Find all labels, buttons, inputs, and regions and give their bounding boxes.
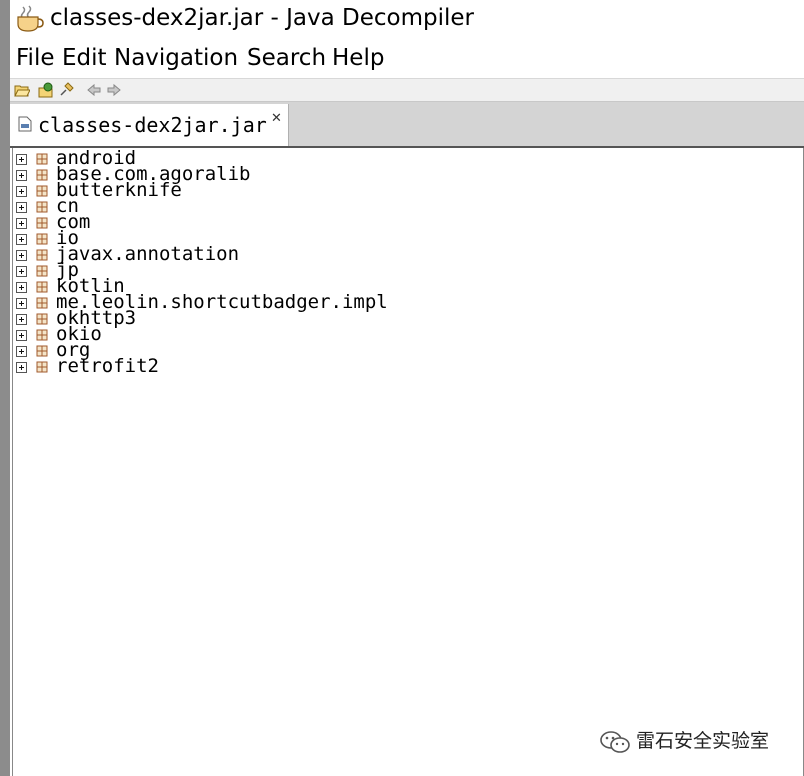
- tree-node-label: retrofit2: [56, 355, 159, 377]
- expand-plus-icon[interactable]: [16, 298, 27, 309]
- tab-classes-dex2jar[interactable]: classes-dex2jar.jar ✕: [10, 104, 289, 146]
- package-icon: [36, 281, 48, 293]
- package-icon: [36, 217, 48, 229]
- expand-plus-icon[interactable]: [16, 186, 27, 197]
- package-icon: [36, 297, 48, 309]
- watermark-text: 雷石安全实验室: [636, 730, 770, 752]
- package-icon: [36, 185, 48, 197]
- package-icon: [36, 265, 48, 277]
- menu-search[interactable]: Search: [247, 42, 326, 74]
- pin-icon[interactable]: [58, 82, 74, 98]
- expand-plus-icon[interactable]: [16, 346, 27, 357]
- title-bar: classes-dex2jar.jar - Java Decompiler: [10, 0, 804, 38]
- expand-plus-icon[interactable]: [16, 282, 27, 293]
- jar-file-icon: [18, 116, 32, 132]
- coffee-cup-icon: [17, 5, 44, 32]
- package-icon: [36, 201, 48, 213]
- menu-help[interactable]: Help: [332, 42, 384, 74]
- expand-plus-icon[interactable]: [16, 314, 27, 325]
- close-icon[interactable]: ✕: [271, 112, 282, 126]
- package-icon: [36, 345, 48, 357]
- package-icon: [36, 233, 48, 245]
- window-left-edge: [0, 0, 10, 776]
- package-icon: [36, 249, 48, 261]
- menu-file[interactable]: File: [16, 42, 55, 74]
- expand-plus-icon[interactable]: [16, 154, 27, 165]
- package-icon: [36, 329, 48, 341]
- forward-arrow-icon[interactable]: [106, 82, 122, 98]
- back-arrow-icon[interactable]: [86, 82, 102, 98]
- package-tree: android base.com.agoralib butterknife cn com…: [12, 147, 804, 776]
- expand-plus-icon[interactable]: [16, 234, 27, 245]
- expand-plus-icon[interactable]: [16, 250, 27, 261]
- open-type-icon[interactable]: [38, 82, 54, 98]
- expand-plus-icon[interactable]: [16, 266, 27, 277]
- package-icon: [36, 361, 48, 373]
- expand-plus-icon[interactable]: [16, 202, 27, 213]
- toolbar: [10, 78, 804, 102]
- menu-bar: File Edit Navigation Search Help: [10, 40, 804, 76]
- wechat-icon: [600, 731, 630, 753]
- expand-plus-icon[interactable]: [16, 170, 27, 181]
- menu-edit[interactable]: Edit: [62, 42, 107, 74]
- menu-navigation[interactable]: Navigation: [114, 42, 238, 74]
- expand-plus-icon[interactable]: [16, 330, 27, 341]
- expand-plus-icon[interactable]: [16, 218, 27, 229]
- package-icon: [36, 169, 48, 181]
- open-file-icon[interactable]: [14, 82, 30, 98]
- tree-node-label: javax.annotation: [56, 243, 240, 265]
- window-title: classes-dex2jar.jar - Java Decompiler: [50, 5, 474, 31]
- tab-label: classes-dex2jar.jar: [38, 113, 267, 137]
- expand-plus-icon[interactable]: [16, 362, 27, 373]
- package-icon: [36, 153, 48, 165]
- package-icon: [36, 313, 48, 325]
- editor-tab-strip: classes-dex2jar.jar ✕: [10, 102, 804, 146]
